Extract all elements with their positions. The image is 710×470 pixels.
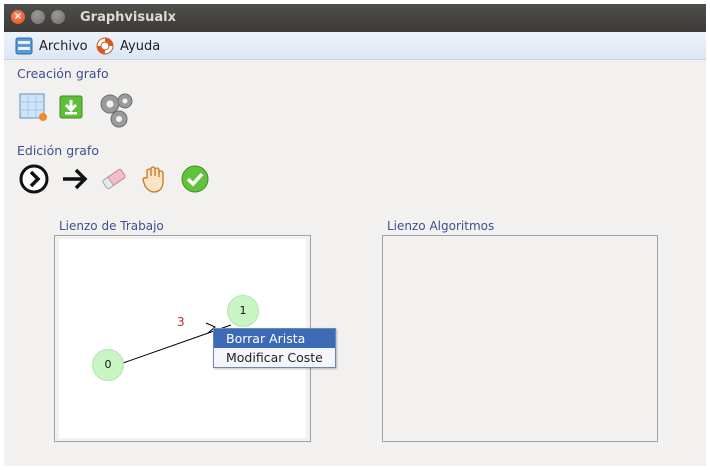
select-tool-button[interactable] [17, 162, 51, 196]
borrar-arista-menu-item[interactable]: Borrar Arista [214, 329, 335, 348]
close-window-button[interactable]: × [11, 10, 25, 24]
menu-ayuda[interactable]: Ayuda [95, 35, 160, 57]
download-icon [59, 95, 83, 119]
creacion-grafo-label: Creación grafo [17, 66, 109, 81]
window-title: Graphvisualx [80, 10, 176, 25]
app-window: × Graphvisualx Archivo Ayuda Creación gr… [4, 4, 706, 466]
lienzo-algoritmos-canvas[interactable] [382, 235, 658, 442]
menu-archivo[interactable]: Archivo [14, 35, 88, 57]
edicion-grafo-label: Edición grafo [17, 143, 99, 158]
hand-icon [142, 166, 164, 193]
eraser-icon [102, 168, 126, 190]
new-canvas-icon [19, 93, 47, 121]
gears-icon [100, 93, 133, 128]
lienzo-trabajo-label: Lienzo de Trabajo [59, 219, 164, 233]
edge-cost-label: 3 [177, 315, 185, 329]
graph-node-0[interactable]: 0 [92, 349, 124, 381]
move-tool-button[interactable] [137, 162, 171, 196]
add-edge-button[interactable] [58, 162, 92, 196]
edge-context-menu: Borrar Arista Modificar Coste [213, 328, 336, 368]
file-cabinet-icon [15, 37, 33, 55]
import-graph-button[interactable] [54, 90, 88, 124]
title-bar: × Graphvisualx [4, 4, 706, 32]
graph-settings-button[interactable] [94, 88, 140, 134]
graph-node-1[interactable]: 1 [227, 295, 259, 327]
menu-bar: Archivo Ayuda [4, 32, 706, 60]
maximize-window-button[interactable] [51, 10, 65, 24]
check-circle-icon [181, 165, 209, 193]
menu-ayuda-label: Ayuda [120, 38, 161, 54]
arrow-right-icon [63, 168, 88, 190]
eraser-tool-button[interactable] [97, 162, 131, 196]
lifebuoy-icon [96, 37, 114, 55]
minimize-window-button[interactable] [31, 10, 45, 24]
modificar-coste-menu-item[interactable]: Modificar Coste [214, 348, 335, 367]
lienzo-algoritmos-label: Lienzo Algoritmos [387, 219, 495, 233]
circled-arrow-icon [19, 164, 49, 194]
menu-archivo-label: Archivo [39, 38, 88, 54]
validate-graph-button[interactable] [178, 162, 212, 196]
new-graph-button[interactable] [16, 90, 50, 124]
